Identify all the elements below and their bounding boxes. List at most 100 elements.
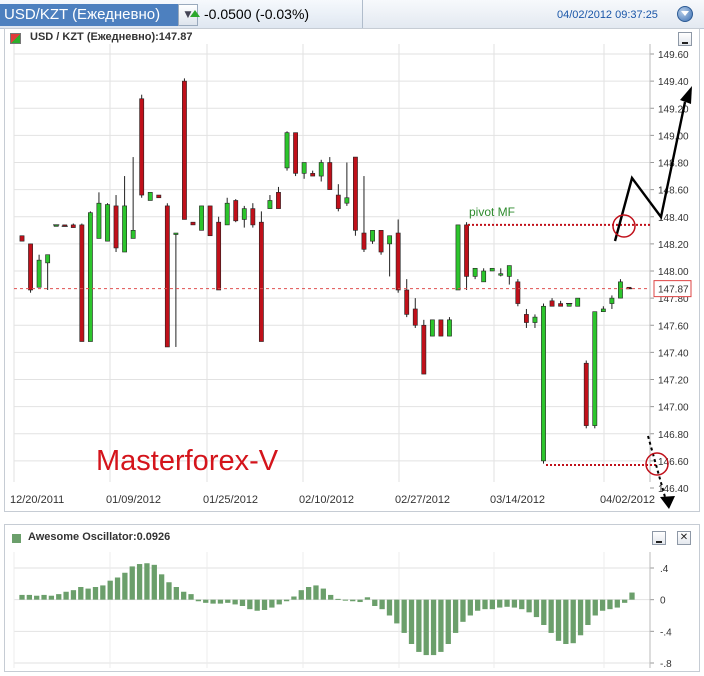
price-tick-label: 148.00 xyxy=(658,267,689,278)
oscillator-bar xyxy=(107,580,113,600)
oscillator-bar xyxy=(570,599,576,644)
candle-body xyxy=(310,173,316,177)
candle xyxy=(447,317,452,337)
candle-body xyxy=(113,205,119,249)
oscillator-bar xyxy=(372,599,378,606)
oscillator-bar xyxy=(438,599,444,652)
candle xyxy=(156,194,162,199)
oscillator-bar xyxy=(629,592,635,600)
oscillator-bar xyxy=(467,599,473,616)
date-tick-label: 03/14/2012 xyxy=(490,494,545,506)
candle-body xyxy=(284,132,290,169)
oscillator-bar xyxy=(254,599,260,611)
oscillator-bar xyxy=(460,599,466,622)
candle xyxy=(438,319,444,337)
candle-body xyxy=(353,156,358,231)
oscillator-bar xyxy=(136,564,143,600)
candle-body xyxy=(233,200,239,222)
oscillator-bar xyxy=(504,599,510,607)
candle-body xyxy=(575,297,581,307)
candle-body xyxy=(506,265,512,277)
oscillator-bar xyxy=(423,599,429,656)
oscillator-bar xyxy=(394,599,400,624)
candle-body xyxy=(498,273,504,276)
candle-body xyxy=(455,224,461,291)
candle xyxy=(216,216,222,291)
candle-body xyxy=(609,297,615,304)
oscillator-bar xyxy=(100,585,106,600)
candle xyxy=(566,303,573,307)
oscillator-bar xyxy=(56,594,62,600)
candle xyxy=(353,156,358,236)
oscillator-bar xyxy=(26,594,32,600)
candle xyxy=(53,224,60,227)
candle-body xyxy=(87,212,93,342)
candle xyxy=(147,192,153,201)
oscillator-bar xyxy=(217,599,224,604)
date-tick-label: 02/27/2012 xyxy=(395,494,450,506)
candle-body xyxy=(583,362,589,426)
candle-body xyxy=(327,162,333,190)
oscillator-bar xyxy=(85,588,91,600)
candle-body xyxy=(481,270,487,283)
candle-body xyxy=(164,205,170,348)
oscillator-bar xyxy=(261,599,268,610)
oscillator-bar xyxy=(364,597,371,600)
candle-body xyxy=(70,224,76,228)
candle-body xyxy=(489,267,495,272)
candle xyxy=(378,230,384,255)
oscillator-bar xyxy=(122,572,128,600)
candle-body xyxy=(335,194,341,209)
oscillator-bar xyxy=(577,599,584,636)
candle-body xyxy=(395,232,401,291)
candle xyxy=(429,319,435,337)
candle-body xyxy=(515,281,521,304)
candle xyxy=(592,311,598,429)
candle xyxy=(515,279,521,307)
price-tick-label: 147.40 xyxy=(658,348,689,359)
price-tick-label: 147.20 xyxy=(658,376,689,387)
candle-body xyxy=(447,319,452,337)
oscillator-bar xyxy=(386,599,393,616)
candle-body xyxy=(156,194,162,199)
oscillator-bar xyxy=(78,587,84,600)
oscillator-bar xyxy=(173,587,179,600)
candle-body xyxy=(207,205,213,237)
oscillator-bar xyxy=(408,599,415,644)
candle-body xyxy=(224,202,230,226)
oscillator-bar xyxy=(276,599,282,605)
oscillator-bar xyxy=(614,599,620,608)
oscillator-bar xyxy=(298,590,304,600)
oscillator-bar xyxy=(489,599,496,610)
oscillator-bar xyxy=(416,599,422,652)
oscillator-bar xyxy=(114,577,121,600)
oscillator-bar xyxy=(379,599,385,610)
candle-body xyxy=(276,192,281,209)
candle-body xyxy=(241,208,247,220)
oscillator-bar xyxy=(357,599,363,603)
oscillator-bar xyxy=(41,594,47,600)
oscillator-bar xyxy=(599,599,606,611)
masterforex-watermark: Masterforex-V xyxy=(96,445,279,477)
current-price-label: 147.87 xyxy=(658,285,689,296)
candle-body xyxy=(45,254,51,264)
candle-body xyxy=(464,224,469,277)
oscillator-plot-area xyxy=(14,552,650,668)
candle xyxy=(455,224,461,291)
oscillator-tick-label: -.8 xyxy=(660,659,672,670)
oscillator-bar xyxy=(401,599,407,633)
candle-body xyxy=(258,221,264,342)
pivot-label: pivot MF xyxy=(469,205,516,219)
oscillator-bar xyxy=(526,599,532,613)
forecast-up-arrowhead xyxy=(680,86,692,104)
price-tick-label: 149.40 xyxy=(658,77,689,88)
candle-body xyxy=(105,204,110,242)
oscillator-bar xyxy=(592,599,598,616)
candle-body xyxy=(378,230,384,253)
oscillator-bar xyxy=(70,590,77,600)
candle-body xyxy=(592,311,598,426)
oscillator-bar xyxy=(511,599,518,608)
oscillator-bar xyxy=(563,599,569,644)
oscillator-bar xyxy=(63,591,69,600)
candle xyxy=(139,94,145,198)
